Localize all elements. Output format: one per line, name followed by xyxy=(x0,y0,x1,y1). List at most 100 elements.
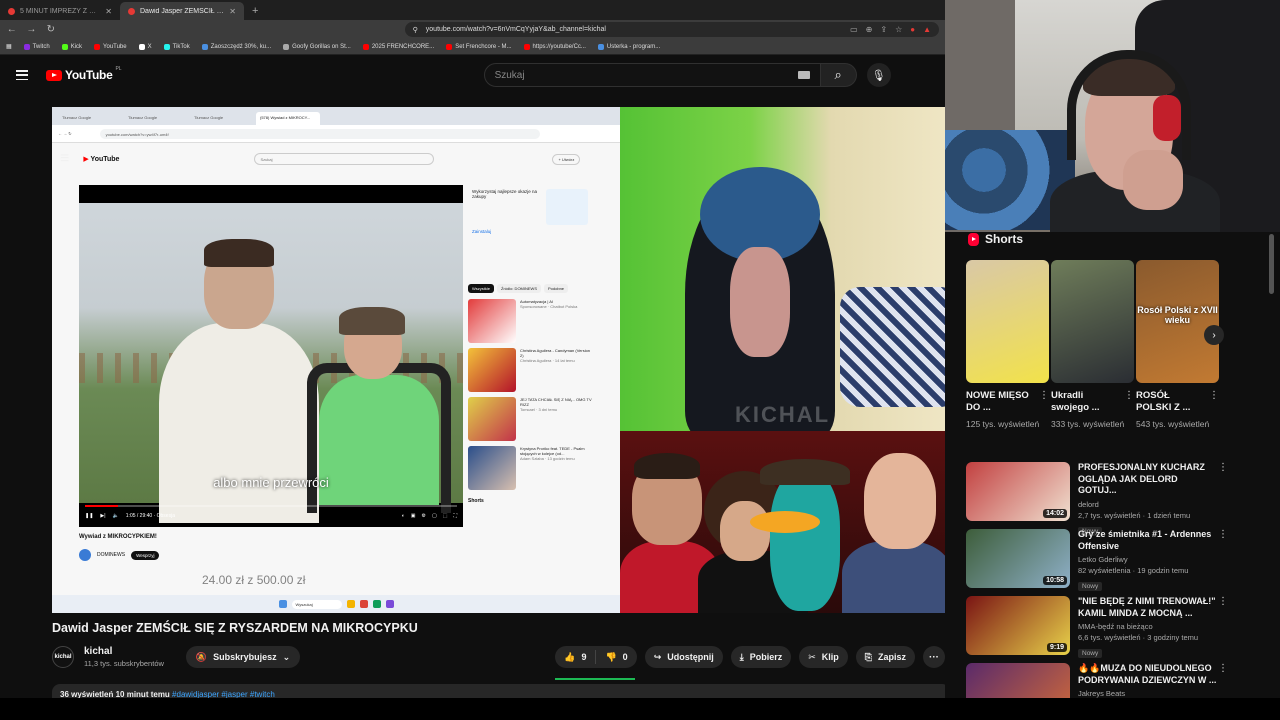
bookmark-item[interactable]: 2025 FRENCHCORE... xyxy=(362,43,434,50)
short-thumbnail[interactable]: Rosół Polski z XVII wieku xyxy=(1136,260,1219,383)
bookmark-icon: ⎘ xyxy=(864,651,872,662)
share-button[interactable]: ↪ Udostępnij xyxy=(644,646,723,668)
more-vert-icon[interactable]: ⋮ xyxy=(1218,596,1228,607)
like-ratio-bar xyxy=(555,678,636,680)
next-icon: ▶| xyxy=(100,513,106,519)
video-player[interactable]: Tłumacz Google Tłumacz Google Tłumacz Go… xyxy=(52,107,945,613)
apps-grid-icon[interactable]: ▦ xyxy=(6,43,12,50)
url-field[interactable]: ⚲ youtube.com/watch?v=6nVmCqYyjaY&ab_cha… xyxy=(404,22,940,37)
rec-channel[interactable]: Letko Gderliwy xyxy=(1078,555,1228,564)
extension-icon[interactable]: ▲ xyxy=(923,25,931,34)
recommended-video[interactable]: 9:19 "NIE BĘDĘ Z NIMI TRENOWAŁ!" KAMIL MI… xyxy=(966,596,1228,663)
more-vert-icon[interactable]: ⋮ xyxy=(1218,663,1228,674)
zoom-icon[interactable]: ⊕ xyxy=(866,25,873,34)
rec-title[interactable]: 🔥🔥MUZA DO NIEUDOLNEGO PODRYWANIA DZIEWCZ… xyxy=(1078,663,1228,686)
subscribe-button[interactable]: 🔕 Subskrybujesz ⌄ xyxy=(185,646,301,668)
close-tab-icon[interactable]: ✕ xyxy=(105,7,112,16)
back-icon[interactable]: ← xyxy=(6,24,18,35)
inner-search: Szukaj xyxy=(254,153,435,165)
keyboard-icon[interactable] xyxy=(797,71,810,79)
channel-avatar[interactable]: kichal xyxy=(52,646,74,668)
shorts-next-button[interactable]: › xyxy=(1204,325,1224,345)
site-info-icon[interactable]: ⚲ xyxy=(413,26,418,34)
meme-collage xyxy=(620,431,945,613)
bookmark-item[interactable]: Usterka - program... xyxy=(597,43,660,50)
download-button[interactable]: ⤓ Pobierz xyxy=(730,646,792,668)
more-vert-icon[interactable]: ⋮ xyxy=(1218,462,1228,473)
menu-icon[interactable] xyxy=(16,70,28,80)
inner-nav-icons: ← → ↻ xyxy=(58,131,72,136)
new-tab-button[interactable]: + xyxy=(244,2,266,20)
bookmark-item[interactable]: Set Frenchcore - M... xyxy=(446,43,512,50)
video-thumbnail[interactable]: 9:19 xyxy=(966,596,1070,655)
bookmark-star-icon[interactable]: ☆ xyxy=(895,25,902,34)
browser-tab-active[interactable]: Dawid Jasper ZEMŚCIŁ SIĘ Z R ✕ xyxy=(120,2,244,20)
bookmark-item[interactable]: Kick xyxy=(61,43,82,50)
more-vert-icon[interactable]: ⋮ xyxy=(1124,390,1134,401)
extension-icon[interactable]: ● xyxy=(910,25,915,34)
recommended-list: 14:02 PROFESJONALNY KUCHARZ OGLĄDA JAK DE… xyxy=(966,462,1228,720)
close-tab-icon[interactable]: ✕ xyxy=(229,7,236,16)
youtube-logo[interactable]: YouTube PL xyxy=(46,66,122,82)
download-icon: ⤓ xyxy=(739,651,744,662)
short-title[interactable]: Ukradli swojego ... xyxy=(1051,390,1121,415)
inner-video-controls: ❚❚ ▶| 🔈 1:05 / 29:40 · Obsesja ◐ ▣ ⚙ ▢ ⬚ ⛶ xyxy=(79,505,463,527)
cast-icon[interactable]: ▭ xyxy=(850,25,858,34)
bookmark-item[interactable]: Zaoszczędź 30%, ku... xyxy=(201,43,271,50)
new-badge: Nowy xyxy=(1078,582,1103,592)
duration-badge: 9:19 xyxy=(1046,643,1067,652)
rec-channel[interactable]: MMA-będź na bieżąco xyxy=(1078,622,1228,631)
short-title[interactable]: ROSÓŁ POLSKI Z ... xyxy=(1136,390,1206,415)
recommended-video[interactable]: 14:02 PROFESJONALNY KUCHARZ OGLĄDA JAK DE… xyxy=(966,462,1228,537)
bookmark-item[interactable]: https://youtube/Cc... xyxy=(523,43,586,50)
shorts-icon xyxy=(968,232,979,246)
save-button[interactable]: ⎘ Zapisz xyxy=(855,646,915,668)
video-thumbnail[interactable]: 14:02 xyxy=(966,462,1070,521)
bookmark-item[interactable]: TikTok xyxy=(163,43,190,50)
clip-button[interactable]: ✂ Klip xyxy=(799,646,848,668)
bookmark-item[interactable]: X xyxy=(138,43,152,50)
pause-icon: ❚❚ xyxy=(85,513,94,519)
dislike-button[interactable]: 👎 0 xyxy=(596,652,636,663)
inner-rec: Automatyzacja | AI Sponsorowane · Chatbot… xyxy=(468,299,592,343)
short-thumbnail[interactable] xyxy=(1051,260,1134,383)
more-actions-button[interactable]: ··· xyxy=(923,646,945,668)
bookmark-item[interactable]: Goofy Gorillas on St... xyxy=(283,43,351,50)
rec-title[interactable]: Gry ze śmietnika #1 - Ardennes Offensive xyxy=(1078,529,1228,552)
recommended-video[interactable]: 10:58 Gry ze śmietnika #1 - Ardennes Offe… xyxy=(966,529,1228,596)
short-item[interactable]: NOWE MIĘSO DO ... ⋮ 125 tys. wyświetleń xyxy=(966,260,1049,429)
reload-icon[interactable]: ↻ xyxy=(45,24,57,35)
short-title[interactable]: NOWE MIĘSO DO ... xyxy=(966,390,1036,415)
search-button[interactable]: ⌕ xyxy=(820,63,857,87)
bookmark-icon xyxy=(201,43,208,50)
bookmark-item[interactable]: Twitch xyxy=(23,43,50,50)
like-button[interactable]: 👍 9 xyxy=(555,650,597,664)
forward-icon[interactable]: → xyxy=(26,24,38,35)
short-item[interactable]: Ukradli swojego ... ⋮ 333 tys. wyświetleń xyxy=(1051,260,1134,429)
share-icon[interactable]: ⇪ xyxy=(880,25,887,34)
scissors-icon: ✂ xyxy=(808,651,816,662)
short-item[interactable]: Rosół Polski z XVII wieku ROSÓŁ POLSKI Z … xyxy=(1136,260,1219,429)
channel-watermark: KICHAL xyxy=(734,402,831,427)
sidebar-scrollbar[interactable] xyxy=(1269,232,1274,698)
inner-video: albo mnie przewróci ❚❚ ▶| 🔈 1:05 / 29:40… xyxy=(79,185,463,527)
rec-title[interactable]: PROFESJONALNY KUCHARZ OGLĄDA JAK DELORD … xyxy=(1078,462,1228,497)
video-thumbnail[interactable]: 10:58 xyxy=(966,529,1070,588)
channel-name[interactable]: kichal xyxy=(84,646,164,657)
video-subtitle: albo mnie przewróci xyxy=(213,475,329,490)
interview-scene xyxy=(79,203,463,523)
browser-tab[interactable]: 5 MINUT IMPREZY Z DEMONZEM - Y ✕ xyxy=(0,2,120,20)
more-vert-icon[interactable]: ⋮ xyxy=(1209,390,1219,401)
ad-thumbnail xyxy=(546,189,588,225)
search-input[interactable]: Szukaj xyxy=(483,63,821,87)
voice-search-button[interactable]: 🎙 xyxy=(866,63,891,87)
inner-browser-tabs: Tłumacz Google Tłumacz Google Tłumacz Go… xyxy=(52,107,620,125)
like-dislike-group: 👍 9 👎 0 xyxy=(555,646,637,680)
thumbs-down-icon: 👎 xyxy=(605,651,617,662)
rec-title[interactable]: "NIE BĘDĘ Z NIMI TRENOWAŁ!" KAMIL MINDA … xyxy=(1078,596,1228,619)
more-vert-icon[interactable]: ⋮ xyxy=(1039,390,1049,401)
more-vert-icon[interactable]: ⋮ xyxy=(1218,529,1228,540)
rec-channel[interactable]: delord xyxy=(1078,500,1228,509)
short-thumbnail[interactable] xyxy=(966,260,1049,383)
bookmark-item[interactable]: YouTube xyxy=(94,43,127,50)
